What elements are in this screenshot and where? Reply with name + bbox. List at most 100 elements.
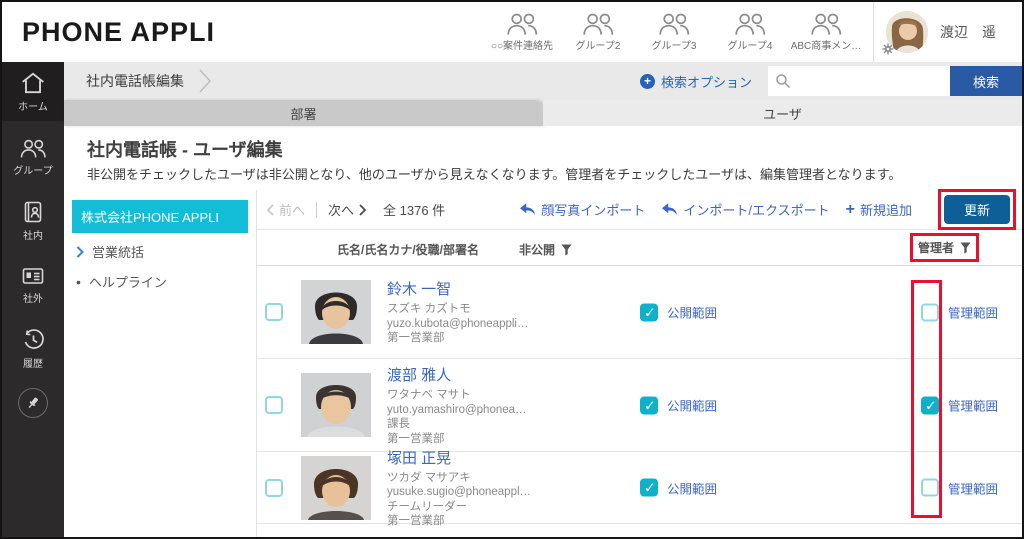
user-title: チームリーダー	[387, 500, 637, 515]
user-department: 第一営業部	[387, 331, 637, 346]
row-select-checkbox[interactable]	[265, 479, 283, 497]
group-shortcut-1[interactable]: ○○案件連絡先	[489, 12, 555, 52]
sidebar-item-label: 履歴	[23, 355, 43, 370]
tree-item-helpline[interactable]: • ヘルプライン	[72, 263, 248, 293]
tree-item-label: 営業統括	[92, 242, 144, 261]
people-icon	[808, 12, 844, 36]
sidebar-item-external[interactable]: 社外	[2, 256, 64, 313]
breadcrumb-bar: 社内電話帳編集 + 検索オプション	[64, 62, 1022, 100]
user-name: 渡辺 遥	[940, 22, 996, 42]
people-icon	[504, 12, 540, 36]
sidebar-item-group[interactable]: グループ	[2, 129, 64, 185]
group-shortcut-3[interactable]: グループ3	[641, 12, 707, 52]
search-input[interactable]	[791, 74, 941, 89]
admin-scope-label[interactable]: 管理範囲	[948, 396, 998, 415]
column-header-name: 氏名/氏名カナ/役職/部署名	[337, 241, 479, 258]
filter-icon[interactable]	[561, 244, 572, 256]
search-box	[768, 66, 950, 96]
sidebar-item-label: ホーム	[18, 98, 48, 113]
filter-icon[interactable]	[960, 242, 971, 254]
update-button[interactable]: 更新	[944, 195, 1010, 224]
app-logo: PHONE APPLI	[2, 17, 215, 48]
admin-scope-checkbox[interactable]	[921, 396, 939, 414]
sidebar-nav: ホーム グループ 社内	[2, 62, 64, 537]
plus-icon: +	[846, 204, 855, 216]
admin-scope-label[interactable]: 管理範囲	[948, 478, 998, 497]
user-list-panel: 前へ 次へ 全 1376 件	[257, 190, 1022, 537]
public-scope-label[interactable]: 公開範囲	[667, 303, 717, 322]
quick-group-shortcuts: ○○案件連絡先 グループ2 グループ3	[489, 12, 873, 52]
user-name-link[interactable]: 塚田 正晃	[387, 447, 637, 468]
admin-scope-label[interactable]: 管理範囲	[948, 303, 998, 322]
next-page-button[interactable]: 次へ	[328, 200, 366, 219]
column-header-admin[interactable]: 管理者	[918, 239, 954, 256]
user-name-link[interactable]: 渡部 雅人	[387, 364, 637, 385]
import-arrow-icon	[519, 202, 536, 217]
search-options-label: 検索オプション	[661, 72, 752, 91]
table-row: 鈴木 一智 スズキ カズトモ yuzo.kubota@phoneappli… 第…	[257, 266, 1022, 359]
tree-item-company[interactable]: 株式会社PHONE APPLI	[72, 200, 248, 233]
user-kana: スズキ カズトモ	[387, 302, 637, 317]
user-name-link[interactable]: 鈴木 一智	[387, 278, 637, 299]
public-scope-checkbox[interactable]	[640, 479, 658, 497]
pagination-divider	[316, 202, 317, 218]
prev-page-button[interactable]: 前へ	[267, 200, 305, 219]
breadcrumb[interactable]: 社内電話帳編集	[86, 71, 184, 91]
gear-icon[interactable]	[882, 43, 894, 55]
group-shortcut-4[interactable]: グループ4	[717, 12, 783, 52]
group-shortcut-2[interactable]: グループ2	[565, 12, 631, 52]
sidebar-item-label: 社外	[23, 290, 43, 305]
org-tree-panel: 株式会社PHONE APPLI 営業統括 • ヘルプライン	[64, 190, 257, 537]
add-new-link[interactable]: + 新規追加	[846, 200, 912, 219]
sidebar-item-label: 社内	[23, 227, 43, 242]
tree-item-sales[interactable]: 営業統括	[72, 233, 248, 263]
pagination: 前へ 次へ 全 1376 件	[267, 200, 445, 219]
sidebar-item-label: グループ	[13, 162, 52, 177]
user-department: 第一営業部	[387, 432, 637, 447]
user-kana: ツカダ マサアキ	[387, 471, 637, 486]
user-menu[interactable]: 渡辺 遥	[874, 11, 1022, 53]
group-shortcut-label: グループ3	[652, 37, 697, 52]
sidebar-item-internal[interactable]: 社内	[2, 191, 64, 250]
group-shortcut-label: グループ2	[576, 37, 621, 52]
address-book-icon	[21, 200, 45, 224]
user-kana: ワタナベ マサト	[387, 388, 637, 403]
public-scope-label[interactable]: 公開範囲	[667, 396, 717, 415]
admin-scope-checkbox[interactable]	[921, 479, 939, 497]
row-select-checkbox[interactable]	[265, 396, 283, 414]
user-title: 課長	[387, 417, 637, 432]
table-header-row: 氏名/氏名カナ/役職/部署名 非公開 管理者	[257, 230, 1022, 266]
photo-import-link[interactable]: 顔写真インポート	[519, 200, 645, 219]
update-button-annotation: 更新	[938, 189, 1016, 230]
admin-scope-checkbox[interactable]	[921, 303, 939, 321]
user-email: yuto.yamashiro@phonea…	[387, 403, 637, 418]
table-row: 渡部 雅人 ワタナベ マサト yuto.yamashiro@phonea… 課長…	[257, 359, 1022, 452]
tree-item-label: ヘルプライン	[89, 272, 167, 291]
tab-department[interactable]: 部署	[64, 100, 543, 126]
user-email: yusuke.sugio@phoneappl…	[387, 485, 637, 500]
page-title: 社内電話帳 - ユーザ編集	[64, 136, 1022, 164]
tab-bar: 部署 ユーザ	[64, 100, 1022, 126]
sidebar-item-home[interactable]: ホーム	[2, 62, 64, 121]
pin-sidebar-button[interactable]	[18, 388, 48, 418]
search-options-toggle[interactable]: + 検索オプション	[640, 72, 752, 91]
people-icon	[18, 138, 48, 159]
search-button[interactable]: 検索	[950, 66, 1022, 96]
public-scope-checkbox[interactable]	[640, 303, 658, 321]
row-select-checkbox[interactable]	[265, 303, 283, 321]
user-photo	[301, 373, 371, 437]
user-photo	[301, 280, 371, 344]
user-photo	[301, 456, 371, 520]
tab-user[interactable]: ユーザ	[543, 100, 1022, 126]
top-bar: PHONE APPLI ○○案件連絡先 グループ2	[2, 2, 1022, 62]
table-row: 塚田 正晃 ツカダ マサアキ yusuke.sugio@phoneappl… チ…	[257, 452, 1022, 524]
people-icon	[732, 12, 768, 36]
app-window: PHONE APPLI ○○案件連絡先 グループ2	[0, 0, 1024, 539]
public-scope-label[interactable]: 公開範囲	[667, 478, 717, 497]
group-shortcut-5[interactable]: ABC商事メン…	[793, 12, 859, 52]
import-export-link[interactable]: インポート/エクスポート	[661, 200, 829, 219]
sidebar-item-history[interactable]: 履歴	[2, 319, 64, 378]
business-card-icon	[21, 265, 45, 287]
column-header-private[interactable]: 非公開	[519, 241, 572, 258]
public-scope-checkbox[interactable]	[640, 396, 658, 414]
